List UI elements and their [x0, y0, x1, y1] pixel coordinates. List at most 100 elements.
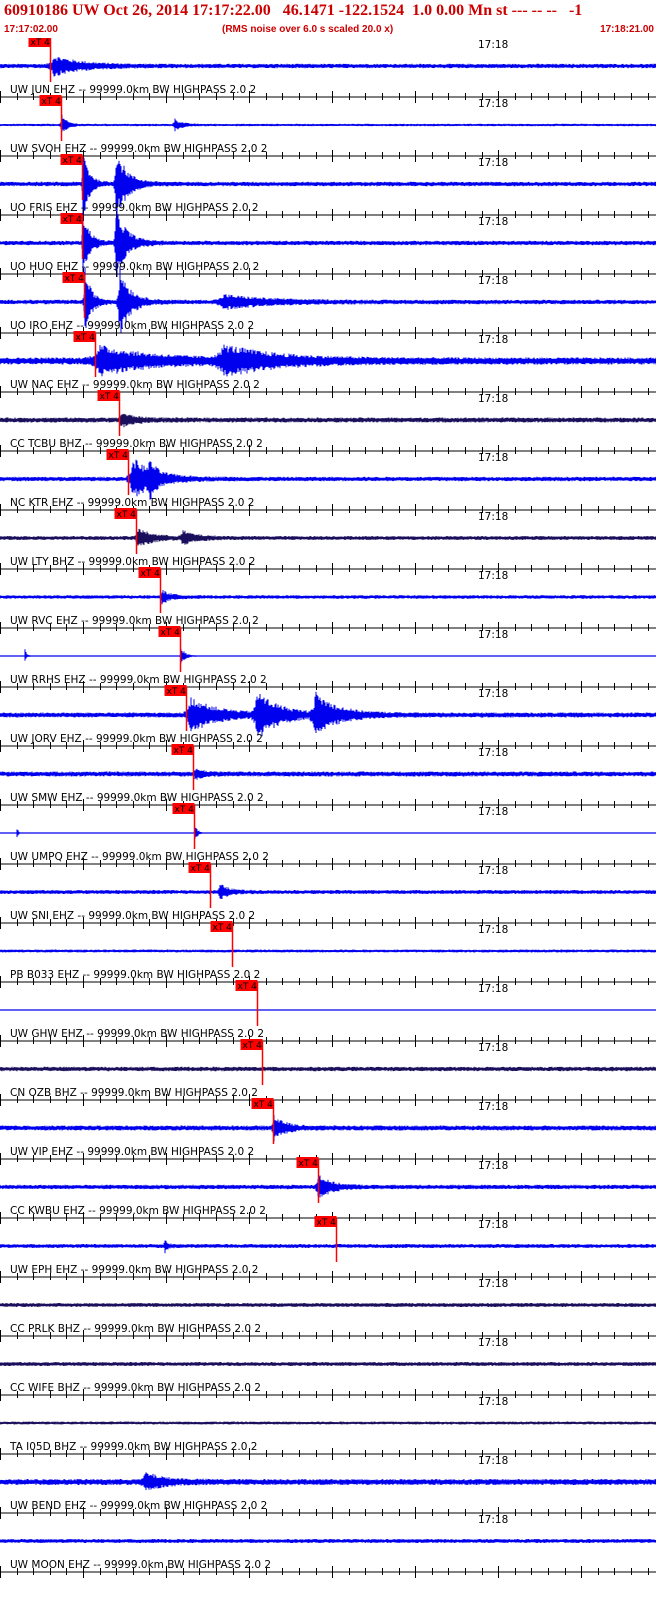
- station-label: UW EPH EHZ -- 99999.0km BW HIGHPASS 2.0 …: [10, 1264, 258, 1276]
- time-tick-label: 17:18: [478, 1160, 508, 1172]
- trace-row: 17:18 UW SMW EHZ -- 99999.0km BW HIGHPASS…: [0, 744, 656, 811]
- time-tick-label: 17:18: [478, 688, 508, 700]
- waveform: [0, 114, 656, 132]
- pick-label: xT 4: [63, 156, 83, 166]
- time-tick-label: 17:18: [478, 865, 508, 877]
- trace-row: 17:18 UW SNI EHZ -- 99999.0km BW HIGHPASS…: [0, 862, 656, 929]
- station-label: UO HUO EHZ -- 99999.0km BW HIGHPASS 2.0 …: [10, 261, 259, 273]
- station-label: CC PRLK BHZ -- 99999.0km BW HIGHPASS 2.0…: [10, 1323, 261, 1335]
- trace-row: 17:18 UW VIP EHZ -- 99999.0km BW HIGHPASS…: [0, 1098, 656, 1165]
- trace-row: 17:18 UW EPH EHZ -- 99999.0km BW HIGHPASS…: [0, 1216, 656, 1283]
- waveform: [0, 827, 656, 839]
- station-label: UW SMW EHZ -- 99999.0km BW HIGHPASS 2.0 …: [10, 792, 264, 804]
- end-time: 17:18:21.00: [600, 24, 654, 35]
- trace-row: 17:18 NC KTR EHZ -- 99999.0km BW HIGHPASS…: [0, 449, 656, 516]
- time-tick-label: 17:18: [478, 216, 508, 228]
- trace-row: 17:18 UO HUO EHZ -- 99999.0km BW HIGHPASS…: [0, 207, 656, 280]
- trace-row: 17:18 UO FRIS EHZ -- 99999.0km BW HIGHPAS…: [0, 154, 656, 221]
- station-label: UW GHW EHZ -- 99999.0km BW HIGHPASS 2.0 …: [10, 1028, 264, 1040]
- station-label: NC KTR EHZ -- 99999.0km BW HIGHPASS 2.0 …: [10, 497, 254, 509]
- trace-row: 17:18 UW JUN EHZ -- 99999.0km BW HIGHPASS…: [0, 38, 656, 103]
- time-tick-label: 17:18: [478, 806, 508, 818]
- waveform: [0, 1175, 656, 1198]
- time-tick-label: 17:18: [478, 1514, 508, 1526]
- pick-label: xT 4: [299, 1159, 319, 1169]
- pick-label: xT 4: [141, 569, 161, 579]
- station-label: UW RRHS EHZ -- 99999.0km BW HIGHPASS 2.0…: [10, 674, 267, 686]
- seismogram-plot: 17:18 UW JUN EHZ -- 99999.0km BW HIGHPASS…: [0, 38, 656, 1578]
- pick-label: xT 4: [213, 923, 233, 933]
- pick-label: xT 4: [317, 1218, 337, 1228]
- waveform: [0, 648, 656, 664]
- time-tick-label: 17:18: [478, 1455, 508, 1467]
- waveform: [0, 1472, 656, 1491]
- trace-row: 17:18 UW NAC EHZ -- 99999.0km BW HIGHPASS…: [0, 331, 656, 398]
- time-tick-label: 17:18: [478, 39, 508, 51]
- station-label: UW MOON EHZ -- 99999.0km BW HIGHPASS 2.0…: [10, 1559, 271, 1571]
- trace-row: 17:18 UW BEND EHZ -- 99999.0km BW HIGHPAS…: [0, 1455, 656, 1519]
- station-label: UW UMPQ EHZ -- 99999.0km BW HIGHPASS 2.0…: [10, 851, 269, 863]
- waveform: [0, 590, 656, 605]
- waveform: [0, 1421, 656, 1425]
- waveform: [0, 57, 656, 77]
- time-tick-label: 17:18: [478, 1101, 508, 1113]
- station-label: CC WIFE BHZ -- 99999.0km BW HIGHPASS 2.0…: [10, 1382, 261, 1394]
- station-label: TA I05D BHZ -- 99999.0km BW HIGHPASS 2.0…: [9, 1441, 257, 1453]
- time-tick-label: 17:18: [478, 747, 508, 759]
- station-label: UO FRIS EHZ -- 99999.0km BW HIGHPASS 2.0…: [10, 202, 259, 214]
- pick-label: xT 4: [63, 215, 83, 225]
- trace-row: 17:18 CC TCBU BHZ -- 99999.0km BW HIGHPAS…: [0, 390, 656, 457]
- station-label: UO IRO EHZ -- 99999.0km BW HIGHPASS 2.0 …: [10, 320, 254, 332]
- trace-row: 17:18 UW UMPQ EHZ -- 99999.0km BW HIGHPAS…: [0, 803, 656, 870]
- time-tick-label: 17:18: [478, 1396, 508, 1408]
- station-label: UW JORV EHZ -- 99999.0km BW HIGHPASS 2.0…: [10, 733, 263, 745]
- waveform: [0, 459, 656, 500]
- waveform: [0, 768, 656, 780]
- waveform: [0, 1303, 656, 1307]
- pick-label: xT 4: [76, 333, 96, 343]
- trace-row: 17:18 UW JORV EHZ -- 99999.0km BW HIGHPAS…: [0, 685, 656, 752]
- station-label: UW NAC EHZ -- 99999.0km BW HIGHPASS 2.0 …: [10, 379, 260, 391]
- start-time: 17:17:02.00: [4, 24, 58, 35]
- station-label: UW SVOH EHZ -- 99999.0km BW HIGHPASS 2.0…: [10, 143, 267, 155]
- time-tick-label: 17:18: [478, 1337, 508, 1349]
- station-label: UW JUN EHZ -- 99999.0km BW HIGHPASS 2.0 …: [10, 84, 256, 96]
- time-tick-label: 17:18: [478, 452, 508, 464]
- event-title: 60910186 UW Oct 26, 2014 17:17:22.00 46.…: [4, 2, 583, 19]
- trace-row: 17:18 UW MOON EHZ -- 99999.0km BW HIGHPAS…: [0, 1514, 656, 1578]
- pick-label: xT 4: [42, 97, 62, 107]
- waveform: [0, 528, 656, 546]
- time-tick-label: 17:18: [478, 629, 508, 641]
- trace-row: 17:18 PB B033 EHZ -- 99999.0km BW HIGHPAS…: [0, 921, 656, 988]
- time-tick-label: 17:18: [478, 334, 508, 346]
- time-tick-label: 17:18: [478, 570, 508, 582]
- station-label: UW SNI EHZ -- 99999.0km BW HIGHPASS 2.0 …: [10, 910, 255, 922]
- waveform: [0, 1066, 656, 1072]
- waveform: [0, 691, 656, 737]
- waveform: [0, 1539, 656, 1543]
- trace-row: 17:18 UW SVOH EHZ -- 99999.0km BW HIGHPAS…: [0, 95, 656, 162]
- trace-row: 17:18 UW RVC EHZ -- 99999.0km BW HIGHPASS…: [0, 567, 656, 634]
- pick-label: xT 4: [109, 451, 129, 461]
- pick-label: xT 4: [238, 982, 258, 992]
- station-label: PB B033 EHZ -- 99999.0km BW HIGHPASS 2.0…: [10, 969, 260, 981]
- waveform: [0, 1115, 656, 1142]
- station-label: CC TCBU BHZ -- 99999.0km BW HIGHPASS 2.0…: [10, 438, 263, 450]
- pick-label: xT 4: [117, 510, 137, 520]
- pick-label: xT 4: [191, 864, 211, 874]
- waveform: [0, 1240, 656, 1254]
- pick-label: xT 4: [100, 392, 120, 402]
- time-tick-label: 17:18: [478, 393, 508, 405]
- pick-label: xT 4: [243, 1041, 263, 1051]
- station-label: CC KWBU EHZ -- 99999.0km BW HIGHPASS 2.0…: [10, 1205, 266, 1217]
- trace-row: 17:18 UW LTY BHZ -- 99999.0km BW HIGHPASS…: [0, 508, 656, 575]
- trace-row: 17:18 CN OZB BHZ -- 99999.0km BW HIGHPASS…: [0, 1039, 656, 1106]
- pick-label: xT 4: [174, 746, 194, 756]
- station-label: UW VIP EHZ -- 99999.0km BW HIGHPASS 2.0 …: [10, 1146, 254, 1158]
- pick-label: xT 4: [167, 687, 187, 697]
- waveform: [0, 413, 656, 428]
- trace-row: 17:18 CC PRLK BHZ -- 99999.0km BW HIGHPAS…: [0, 1278, 656, 1342]
- station-label: UW BEND EHZ -- 99999.0km BW HIGHPASS 2.0…: [10, 1500, 267, 1512]
- pick-label: xT 4: [161, 628, 181, 638]
- trace-row: 17:18 TA I05D BHZ -- 99999.0km BW HIGHPAS…: [0, 1396, 656, 1460]
